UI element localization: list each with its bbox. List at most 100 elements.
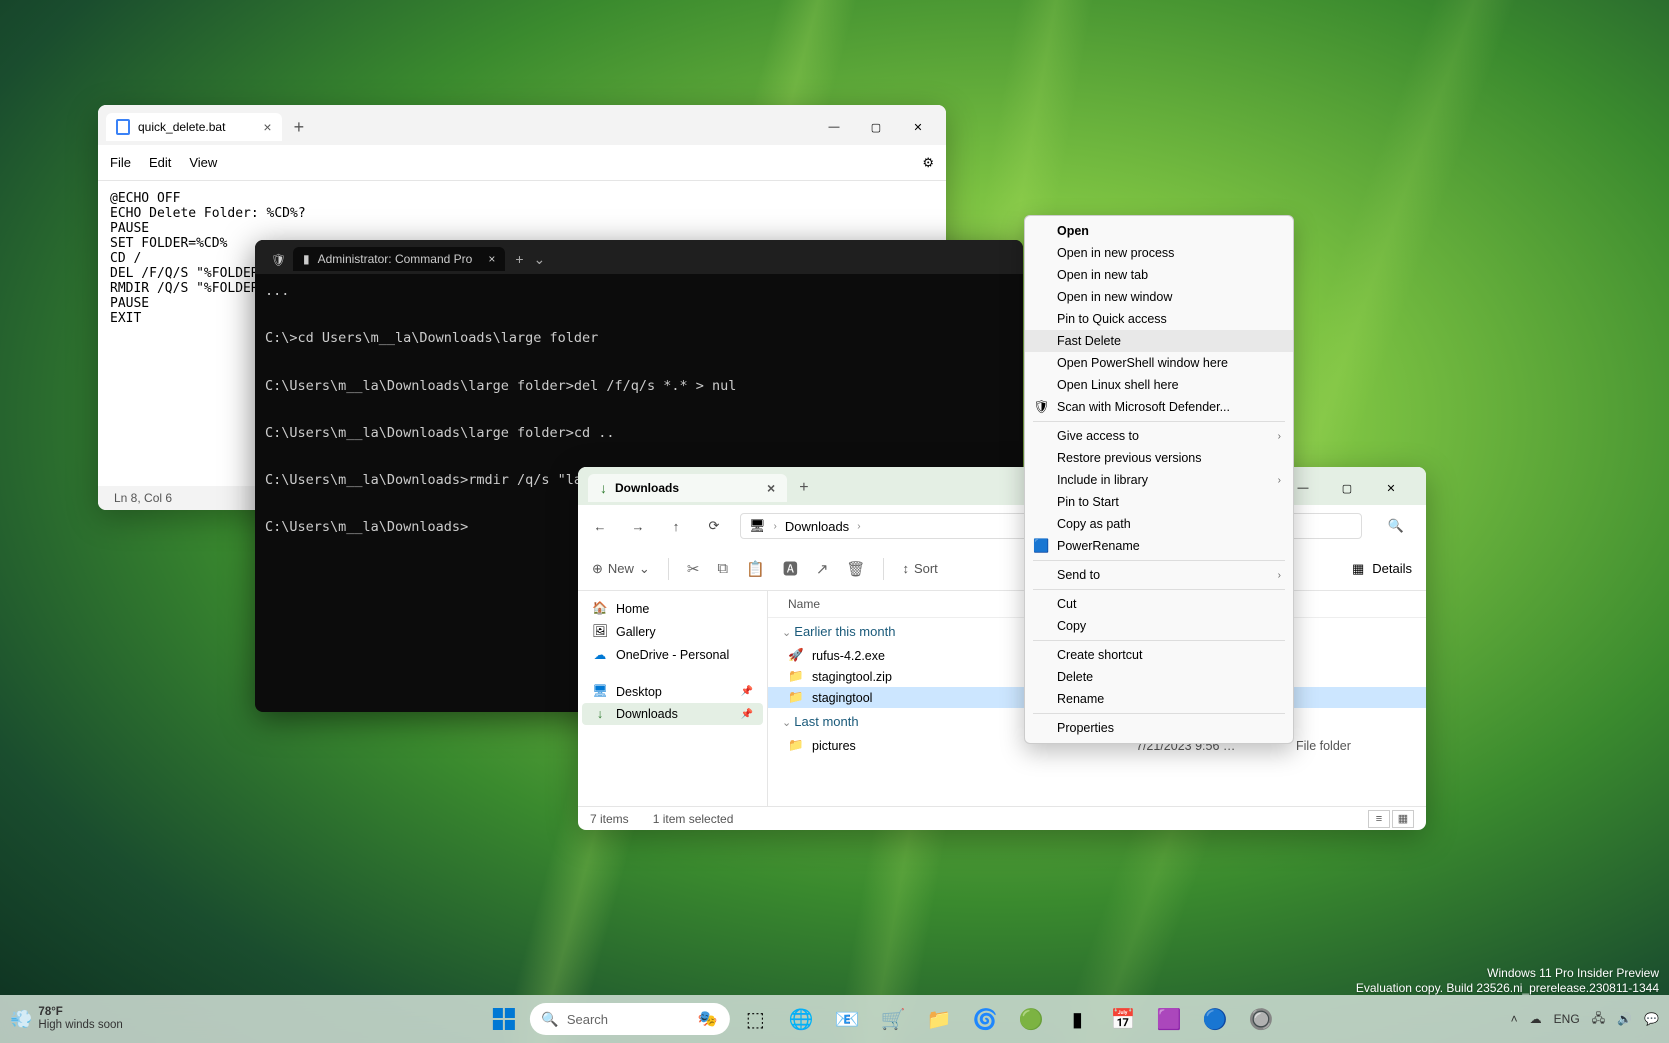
- details-view-icon: ▦: [1352, 561, 1364, 577]
- search-placeholder: Search: [567, 1012, 608, 1027]
- maximize-button[interactable]: ▢: [1326, 473, 1368, 503]
- context-menu-item[interactable]: Restore previous versions: [1025, 447, 1293, 469]
- network-icon[interactable]: 🖧: [1592, 1009, 1605, 1030]
- app-icon[interactable]: 📅: [1103, 999, 1143, 1039]
- menu-item-label: Open in new tab: [1057, 268, 1148, 282]
- paste-icon[interactable]: 📋: [746, 560, 765, 578]
- menu-file[interactable]: File: [110, 155, 131, 170]
- share-icon[interactable]: ↗: [816, 560, 829, 578]
- close-tab-icon[interactable]: ×: [767, 480, 775, 496]
- rename-icon[interactable]: 🅰: [783, 558, 798, 579]
- context-menu-item[interactable]: Pin to Start: [1025, 491, 1293, 513]
- terminal-taskbar-icon[interactable]: ▮: [1057, 999, 1097, 1039]
- context-menu-item[interactable]: Open in new process: [1025, 242, 1293, 264]
- context-menu-item[interactable]: Cut: [1025, 593, 1293, 615]
- app-icon[interactable]: 🔘: [1241, 999, 1281, 1039]
- sidebar-item-gallery[interactable]: 🖼Gallery: [582, 620, 763, 643]
- list-view-icon[interactable]: ≡: [1368, 810, 1390, 828]
- sidebar-item-downloads[interactable]: ↓Downloads📌: [582, 703, 763, 725]
- new-button[interactable]: ⊕ New ⌄: [592, 561, 650, 577]
- menu-item-label: Open Linux shell here: [1057, 378, 1179, 392]
- terminal-tab[interactable]: ▮ Administrator: Command Pro ×: [293, 247, 505, 271]
- context-menu-item[interactable]: 🛡Scan with Microsoft Defender...: [1025, 396, 1293, 418]
- maximize-button[interactable]: ▢: [856, 113, 896, 141]
- app-icon[interactable]: 🟪: [1149, 999, 1189, 1039]
- context-menu-item[interactable]: 🟦PowerRename: [1025, 535, 1293, 557]
- context-menu-item[interactable]: Copy: [1025, 615, 1293, 637]
- context-menu-item[interactable]: Open in new tab: [1025, 264, 1293, 286]
- context-menu-item[interactable]: Include in library›: [1025, 469, 1293, 491]
- tray-chevron-icon[interactable]: ˄: [1511, 1012, 1518, 1026]
- context-menu-item[interactable]: Copy as path: [1025, 513, 1293, 535]
- back-button[interactable]: ←: [588, 519, 612, 534]
- menu-separator: [1033, 589, 1285, 590]
- menu-item-label: Restore previous versions: [1057, 451, 1202, 465]
- app-icon[interactable]: 🔵: [1195, 999, 1235, 1039]
- breadcrumb-downloads[interactable]: Downloads: [785, 519, 849, 534]
- context-menu-item[interactable]: Give access to›: [1025, 425, 1293, 447]
- context-menu-item[interactable]: Rename: [1025, 688, 1293, 710]
- tab-dropdown-icon[interactable]: ⌄: [534, 251, 546, 268]
- grid-view-icon[interactable]: ▦: [1392, 810, 1414, 828]
- download-icon: ↓: [600, 480, 607, 496]
- volume-icon[interactable]: 🔊: [1617, 1012, 1632, 1026]
- close-tab-icon[interactable]: ×: [488, 252, 495, 266]
- new-tab-button[interactable]: +: [515, 251, 523, 267]
- new-tab-button[interactable]: +: [294, 117, 305, 138]
- context-menu-item[interactable]: Open PowerShell window here: [1025, 352, 1293, 374]
- explorer-status-bar: 7 items 1 item selected ≡ ▦: [578, 806, 1426, 830]
- context-menu-item[interactable]: Open: [1025, 220, 1293, 242]
- weather-widget[interactable]: 💨 78°F High winds soon: [10, 1006, 123, 1032]
- close-tab-icon[interactable]: ×: [263, 119, 271, 135]
- menu-item-label: Copy: [1057, 619, 1086, 633]
- context-menu-item[interactable]: Fast Delete: [1025, 330, 1293, 352]
- details-button[interactable]: Details: [1372, 561, 1412, 576]
- menu-view[interactable]: View: [189, 155, 217, 170]
- sidebar-item-desktop[interactable]: 🖥Desktop📌: [582, 680, 763, 703]
- context-menu-item[interactable]: Send to›: [1025, 564, 1293, 586]
- context-menu-item[interactable]: Properties: [1025, 717, 1293, 739]
- menu-separator: [1033, 421, 1285, 422]
- context-menu-item[interactable]: Open Linux shell here: [1025, 374, 1293, 396]
- menu-item-label: Open in new process: [1057, 246, 1174, 260]
- context-menu-item[interactable]: Pin to Quick access: [1025, 308, 1293, 330]
- chrome-icon[interactable]: 🟢: [1011, 999, 1051, 1039]
- app-icon[interactable]: 🛒: [873, 999, 913, 1039]
- menu-item-label: Properties: [1057, 721, 1114, 735]
- explorer-tab[interactable]: ↓ Downloads ×: [588, 474, 787, 502]
- menu-edit[interactable]: Edit: [149, 155, 171, 170]
- search-icon[interactable]: 🔍: [1376, 518, 1416, 534]
- settings-gear-icon[interactable]: ⚙: [922, 155, 934, 171]
- explorer-window: ↓ Downloads × + — ▢ ✕ ← → ↑ ⟳ 🖥 › Downlo…: [578, 467, 1426, 830]
- new-tab-button[interactable]: +: [799, 479, 808, 497]
- start-button[interactable]: [483, 999, 523, 1039]
- taskbar-search[interactable]: 🔍 Search 🎭: [529, 1003, 729, 1035]
- context-menu-item[interactable]: Delete: [1025, 666, 1293, 688]
- menu-item-label: Pin to Quick access: [1057, 312, 1167, 326]
- sidebar-item-onedrive[interactable]: ☁OneDrive - Personal: [582, 643, 763, 666]
- context-menu-item[interactable]: Create shortcut: [1025, 644, 1293, 666]
- copy-icon[interactable]: ⧉: [717, 560, 728, 577]
- app-icon[interactable]: 📧: [827, 999, 867, 1039]
- notepad-tab[interactable]: quick_delete.bat ×: [106, 113, 282, 141]
- sidebar-item-home[interactable]: 🏠Home: [582, 597, 763, 620]
- notification-icon[interactable]: 💬: [1644, 1012, 1659, 1026]
- up-button[interactable]: ↑: [664, 519, 688, 534]
- sort-button[interactable]: ↕ Sort: [902, 561, 937, 576]
- close-window-button[interactable]: ✕: [898, 113, 938, 141]
- onedrive-tray-icon[interactable]: ☁: [1530, 1012, 1542, 1026]
- refresh-button[interactable]: ⟳: [702, 518, 726, 534]
- language-indicator[interactable]: ENG: [1554, 1012, 1580, 1026]
- cut-icon[interactable]: ✂: [687, 560, 700, 578]
- forward-button[interactable]: →: [626, 519, 650, 534]
- context-menu-item[interactable]: Open in new window: [1025, 286, 1293, 308]
- edge-icon[interactable]: 🌀: [965, 999, 1005, 1039]
- explorer-taskbar-icon[interactable]: 📁: [919, 999, 959, 1039]
- minimize-button[interactable]: —: [814, 113, 854, 141]
- app-icon[interactable]: 🌐: [781, 999, 821, 1039]
- task-view-button[interactable]: ⬚: [735, 999, 775, 1039]
- close-window-button[interactable]: ✕: [1370, 473, 1412, 503]
- delete-icon[interactable]: 🗑: [846, 560, 865, 578]
- pin-icon: 📌: [741, 709, 753, 720]
- menu-item-label: Copy as path: [1057, 517, 1131, 531]
